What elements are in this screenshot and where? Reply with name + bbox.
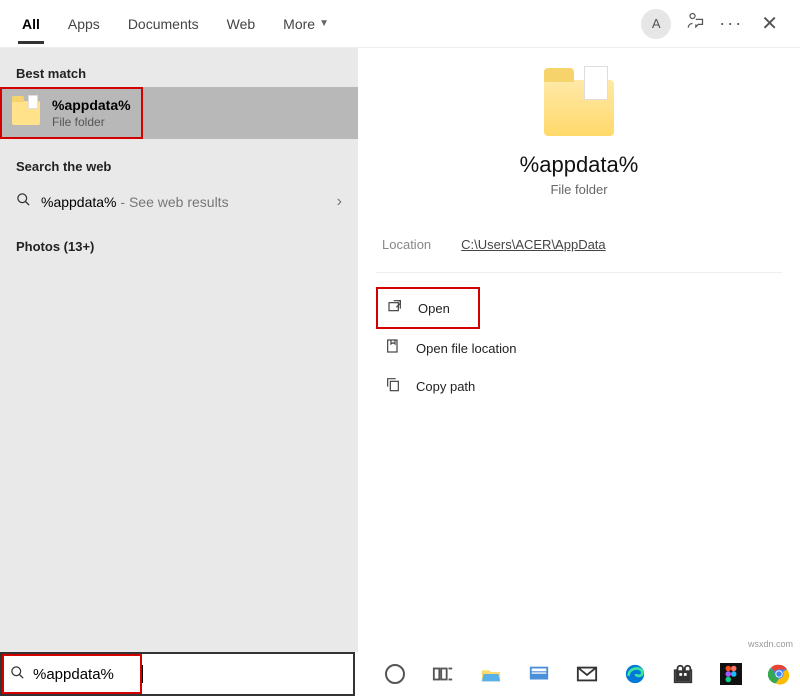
location-value[interactable]: C:\Users\ACER\AppData: [461, 237, 606, 252]
search-icon: [16, 192, 31, 211]
best-match-result[interactable]: %appdata% File folder: [0, 87, 358, 139]
tab-more[interactable]: More ▼: [269, 4, 343, 44]
app-icon-1[interactable]: [527, 662, 551, 686]
edge-icon[interactable]: [623, 662, 647, 686]
file-explorer-icon[interactable]: [479, 662, 503, 686]
more-options-icon[interactable]: ···: [719, 13, 743, 34]
folder-icon: [544, 80, 614, 136]
location-icon: [384, 338, 402, 358]
open-file-location-label: Open file location: [416, 341, 516, 356]
preview-title: %appdata%: [376, 152, 782, 178]
open-icon: [386, 298, 404, 318]
chrome-icon[interactable]: [767, 662, 791, 686]
preview-card: %appdata% File folder Location C:\Users\…: [376, 66, 782, 405]
tab-documents[interactable]: Documents: [114, 4, 213, 44]
feedback-icon[interactable]: [685, 11, 705, 36]
search-input[interactable]: %appdata%: [0, 652, 355, 696]
copy-path-label: Copy path: [416, 379, 475, 394]
web-term: %appdata%: [41, 194, 117, 210]
preview-panel: %appdata% File folder Location C:\Users\…: [358, 48, 800, 652]
results-panel: Best match %appdata% File folder Search …: [0, 48, 358, 652]
header-actions: A ··· ✕: [641, 9, 792, 39]
highlight-annotation: %appdata% File folder: [0, 87, 143, 139]
task-view-icon[interactable]: [431, 662, 455, 686]
search-web-header: Search the web: [0, 153, 358, 180]
main-content: Best match %appdata% File folder Search …: [0, 48, 800, 652]
open-action[interactable]: Open: [378, 289, 478, 327]
result-title: %appdata%: [52, 97, 131, 113]
tab-apps[interactable]: Apps: [54, 4, 114, 44]
tab-web[interactable]: Web: [213, 4, 270, 44]
result-subtitle: File folder: [52, 115, 131, 129]
web-suffix: - See web results: [117, 194, 229, 210]
text-cursor: [142, 665, 143, 683]
close-icon[interactable]: ✕: [757, 11, 782, 36]
open-label: Open: [418, 301, 450, 316]
highlight-annotation: Open: [376, 287, 480, 329]
tab-all[interactable]: All: [8, 4, 54, 44]
photos-header[interactable]: Photos (13+): [0, 233, 358, 260]
tab-list: All Apps Documents Web More ▼: [8, 4, 343, 44]
preview-icon-wrap: [376, 80, 782, 136]
folder-icon: [12, 101, 40, 125]
location-label: Location: [382, 237, 431, 252]
watermark: wsxdn.com: [745, 638, 796, 650]
best-match-header: Best match: [0, 60, 358, 87]
location-row: Location C:\Users\ACER\AppData: [376, 237, 782, 273]
search-web-result[interactable]: %appdata% - See web results ›: [0, 180, 358, 223]
preview-subtitle: File folder: [376, 182, 782, 197]
mail-icon[interactable]: [575, 662, 599, 686]
store-icon[interactable]: [671, 662, 695, 686]
action-list: Open Open file location Copy path: [376, 287, 782, 405]
copy-icon: [384, 376, 402, 396]
web-result-text: %appdata% - See web results: [41, 194, 327, 210]
highlight-annotation: %appdata%: [2, 654, 142, 694]
copy-path-action[interactable]: Copy path: [376, 367, 782, 405]
search-filter-tabs: All Apps Documents Web More ▼ A ··· ✕: [0, 0, 800, 48]
search-icon: [10, 665, 25, 683]
search-text: %appdata%: [33, 666, 114, 683]
taskbar-icons: [355, 662, 800, 686]
avatar[interactable]: A: [641, 9, 671, 39]
open-file-location-action[interactable]: Open file location: [376, 329, 782, 367]
figma-icon[interactable]: [719, 662, 743, 686]
chevron-right-icon: ›: [337, 193, 342, 211]
tab-more-label: More: [283, 16, 315, 32]
cortana-icon[interactable]: [383, 662, 407, 686]
result-text: %appdata% File folder: [52, 97, 131, 129]
chevron-down-icon: ▼: [319, 18, 329, 29]
taskbar: %appdata%: [0, 652, 800, 696]
